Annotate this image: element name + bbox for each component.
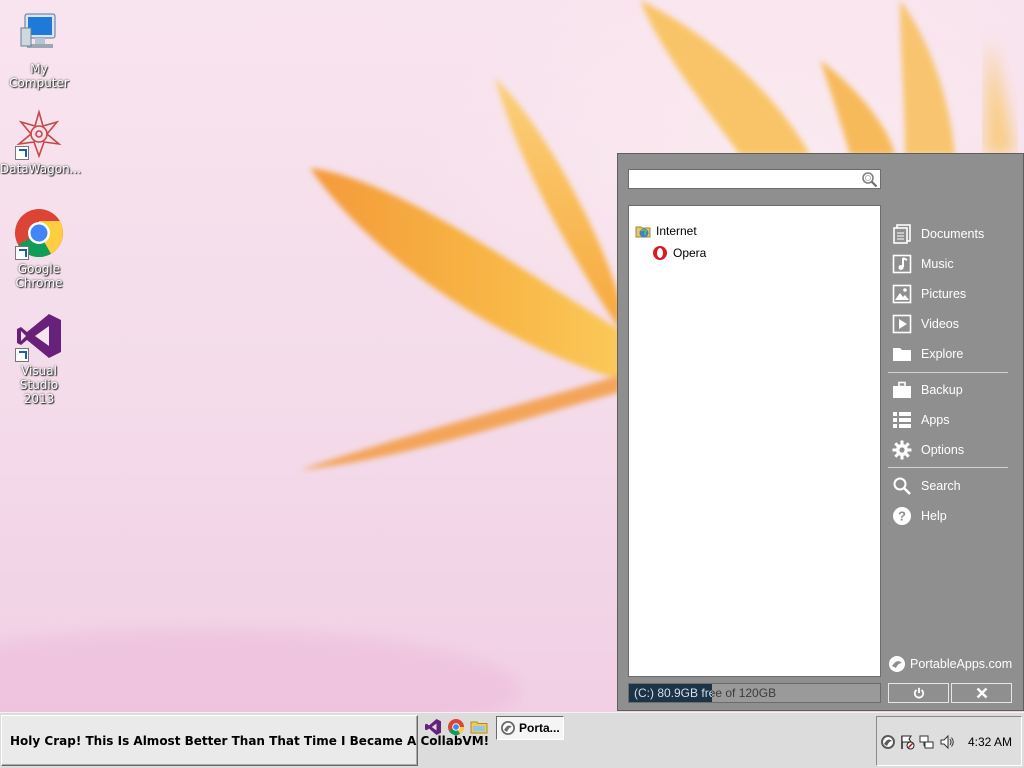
category-label: Internet bbox=[656, 224, 697, 238]
close-button[interactable] bbox=[951, 683, 1012, 703]
app-opera[interactable]: Opera bbox=[652, 244, 706, 262]
opera-icon bbox=[653, 246, 667, 260]
action-center-flag-icon[interactable] bbox=[899, 734, 915, 750]
search-input[interactable] bbox=[629, 170, 857, 188]
desktop-icon-label: DataWagon... bbox=[0, 162, 82, 176]
sidebar-item-label: Music bbox=[921, 257, 954, 271]
sidebar-item-apps[interactable]: Apps bbox=[891, 407, 1016, 433]
sidebar-item-label: Apps bbox=[921, 413, 950, 427]
documents-icon bbox=[891, 223, 913, 245]
gear-icon bbox=[891, 439, 913, 461]
explorer-folder-icon[interactable] bbox=[470, 718, 488, 736]
desktop-icon-google-chrome[interactable]: Google Chrome bbox=[0, 208, 78, 290]
sidebar-item-backup[interactable]: Backup bbox=[891, 377, 1016, 403]
start-button[interactable]: Holy Crap! This Is Almost Better Than Th… bbox=[1, 715, 489, 766]
sidebar-item-label: Backup bbox=[921, 383, 963, 397]
videos-icon bbox=[891, 313, 913, 335]
shortcut-arrow-icon bbox=[15, 348, 29, 362]
sidebar-divider bbox=[888, 372, 1008, 373]
power-button[interactable] bbox=[888, 683, 949, 703]
portableapps-tray-icon[interactable] bbox=[880, 734, 896, 750]
internet-folder-icon bbox=[635, 226, 651, 238]
sidebar-item-label: Explore bbox=[921, 347, 964, 361]
category-internet[interactable]: Internet bbox=[635, 222, 697, 240]
pictures-icon bbox=[891, 283, 913, 305]
sidebar-item-pictures[interactable]: Pictures bbox=[891, 281, 1016, 307]
folder-icon bbox=[891, 343, 913, 365]
volume-icon[interactable] bbox=[939, 734, 955, 750]
chrome-icon[interactable] bbox=[447, 718, 465, 736]
sidebar-item-label: Options bbox=[921, 443, 965, 457]
disk-status-text: (C:) 80.9GB free of 120GB bbox=[634, 686, 777, 700]
desktop-icon-visual-studio[interactable]: Visual Studio 2013 bbox=[0, 310, 78, 406]
desktop-icon-label: Visual Studio 2013 bbox=[19, 364, 59, 406]
visual-studio-icon[interactable] bbox=[424, 718, 442, 736]
power-icon bbox=[913, 687, 924, 699]
taskbar: Holy Crap! This Is Almost Better Than Th… bbox=[0, 712, 1024, 768]
desktop: My Computer DataWagon... Google Chrome V… bbox=[0, 0, 1024, 712]
portableapps-icon bbox=[501, 721, 515, 735]
sidebar-item-videos[interactable]: Videos bbox=[891, 311, 1016, 337]
desktop-icon-my-computer[interactable]: My Computer bbox=[0, 8, 78, 90]
search-icon bbox=[891, 475, 913, 497]
portableapps-brand[interactable]: PortableApps.com bbox=[888, 654, 1012, 674]
shortcut-arrow-icon bbox=[15, 146, 29, 160]
close-icon bbox=[976, 687, 987, 699]
sidebar-item-label: Documents bbox=[921, 227, 985, 241]
search-icon[interactable] bbox=[861, 171, 878, 188]
computer-icon bbox=[20, 13, 56, 48]
desktop-icon-label: Google Chrome bbox=[15, 262, 63, 290]
sidebar-item-label: Search bbox=[921, 479, 961, 493]
app-label: Opera bbox=[673, 246, 707, 260]
svg-text:?: ? bbox=[898, 509, 906, 524]
help-icon: ? bbox=[891, 505, 913, 527]
sidebar-item-explore[interactable]: Explore bbox=[891, 341, 1016, 367]
disk-status-bar: (C:) 80.9GB free of 120GB bbox=[628, 683, 881, 703]
clock[interactable]: 4:32 AM bbox=[968, 735, 1012, 749]
taskbar-item-label: Porta... bbox=[519, 721, 560, 735]
sidebar-item-options[interactable]: Options bbox=[891, 437, 1016, 463]
system-tray: 4:32 AM bbox=[876, 716, 1022, 766]
music-icon bbox=[891, 253, 913, 275]
shortcut-arrow-icon bbox=[15, 246, 29, 260]
desktop-icon-label: My Computer bbox=[9, 62, 69, 90]
sidebar-divider bbox=[888, 467, 1008, 468]
desktop-icon-datawagon[interactable]: DataWagon... bbox=[0, 108, 82, 176]
sidebar-item-documents[interactable]: Documents bbox=[891, 221, 1016, 247]
sidebar-item-label: Videos bbox=[921, 317, 959, 331]
app-list: Internet Opera bbox=[628, 205, 881, 677]
network-icon[interactable] bbox=[919, 734, 935, 750]
sidebar-item-help[interactable]: ? Help bbox=[891, 503, 1016, 529]
sidebar-item-label: Pictures bbox=[921, 287, 967, 301]
briefcase-icon bbox=[891, 379, 913, 401]
sidebar-item-label: Help bbox=[921, 509, 947, 523]
start-button-label: Holy Crap! This Is Almost Better Than Th… bbox=[10, 733, 490, 748]
taskbar-item-portableapps[interactable]: Porta... bbox=[496, 716, 564, 740]
portableapps-logo-icon bbox=[889, 656, 905, 672]
search-box[interactable] bbox=[628, 169, 881, 189]
apps-list-icon bbox=[891, 409, 913, 431]
brand-label: PortableApps.com bbox=[910, 657, 1013, 671]
portableapps-menu: Internet Opera (C:) 80.9GB free of 120GB… bbox=[617, 153, 1024, 711]
sidebar-item-music[interactable]: Music bbox=[891, 251, 1016, 277]
sidebar-item-search[interactable]: Search bbox=[891, 473, 1016, 499]
